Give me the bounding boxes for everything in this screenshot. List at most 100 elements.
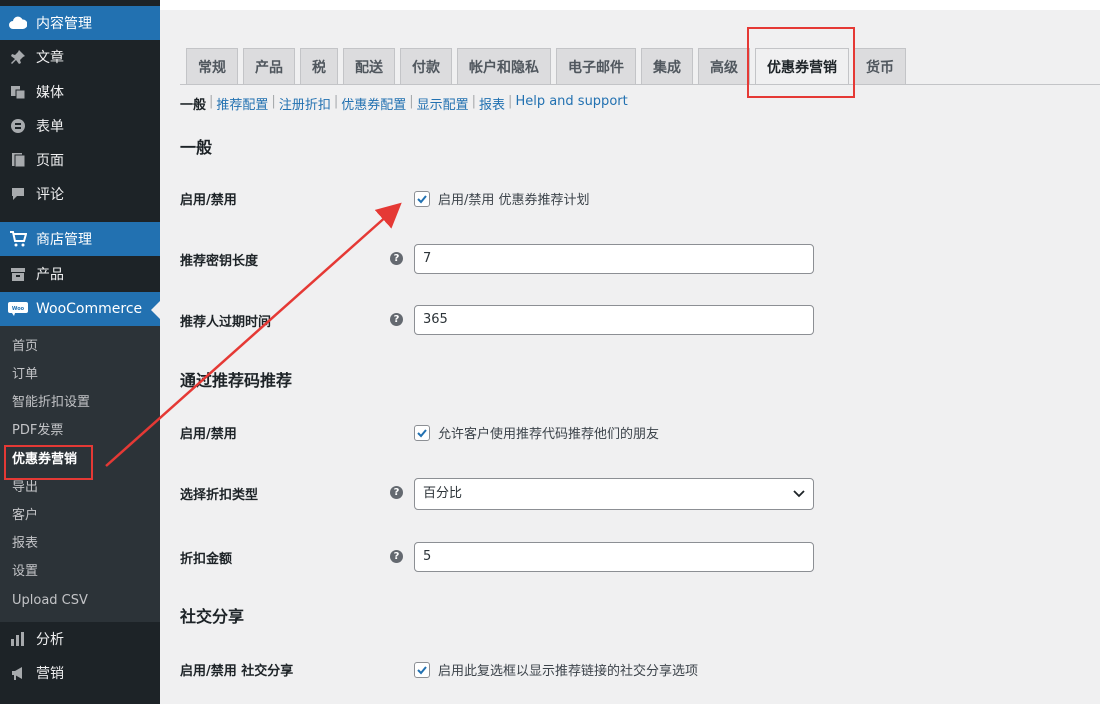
- menu-label: 内容管理: [36, 16, 92, 32]
- key-length-input[interactable]: 7: [414, 244, 814, 274]
- check-icon: [417, 665, 427, 674]
- submenu-orders[interactable]: 订单: [12, 364, 38, 386]
- discount-amount-input[interactable]: 5: [414, 542, 814, 572]
- submenu-smart-discount[interactable]: 智能折扣设置: [12, 392, 90, 414]
- pin-icon: [8, 47, 28, 67]
- comment-icon: [8, 184, 28, 204]
- referral-code-checkbox[interactable]: [414, 424, 430, 441]
- page-icon: [8, 150, 28, 170]
- cloud-icon: [8, 13, 28, 33]
- menu-analytics[interactable]: 分析: [0, 622, 160, 656]
- social-share-checkbox[interactable]: [414, 661, 430, 678]
- submenu-reports[interactable]: 报表: [12, 533, 38, 555]
- media-icon: [8, 82, 28, 102]
- tab-payments[interactable]: 付款: [400, 48, 452, 85]
- menu-label: 商店管理: [36, 232, 92, 248]
- label-enable-social-share: 启用/禁用 社交分享: [180, 664, 294, 679]
- tab-advanced[interactable]: 高级: [698, 48, 750, 85]
- subsub-coupon-config[interactable]: 优惠券配置: [341, 94, 406, 113]
- menu-woocommerce[interactable]: Woo WooCommerce: [0, 292, 160, 326]
- annotation-submenu-highlight: [4, 445, 93, 480]
- tab-currency[interactable]: 货币: [854, 48, 906, 85]
- discount-type-value: 百分比: [423, 486, 463, 501]
- tab-emails[interactable]: 电子邮件: [556, 48, 636, 85]
- form-icon: [8, 116, 28, 136]
- label-enable-referral-code: 启用/禁用: [180, 427, 237, 442]
- woo-icon: Woo: [8, 299, 28, 319]
- admin-sidebar: 内容管理 文章 媒体 表单 页面 评论 商店管理 产品 Woo WooComme…: [0, 0, 160, 704]
- referral-code-checkbox-row[interactable]: 允许客户使用推荐代码推荐他们的朋友: [414, 423, 659, 442]
- menu-marketing[interactable]: 营销: [0, 656, 160, 690]
- label-referrer-expiry: 推荐人过期时间: [180, 315, 272, 330]
- archive-icon: [8, 264, 28, 284]
- menu-comments[interactable]: 评论: [0, 177, 160, 211]
- label-discount-type: 选择折扣类型: [180, 488, 259, 503]
- social-share-checkbox-row[interactable]: 启用此复选框以显示推荐链接的社交分享选项: [414, 660, 698, 679]
- enable-referral-checkbox[interactable]: [414, 190, 430, 207]
- menu-label: 产品: [36, 267, 64, 283]
- section-title-social-share: 社交分享: [180, 607, 245, 626]
- submenu-settings[interactable]: 设置: [12, 561, 38, 583]
- tab-integration[interactable]: 集成: [641, 48, 693, 85]
- help-icon[interactable]: ?: [390, 313, 403, 326]
- menu-products[interactable]: 产品: [0, 257, 160, 291]
- section-title-general: 一般: [180, 138, 213, 157]
- menu-pages[interactable]: 页面: [0, 143, 160, 177]
- label-discount-amount: 折扣金额: [180, 552, 233, 567]
- subsub-display-config[interactable]: 显示配置: [417, 94, 469, 113]
- social-share-text: 启用此复选框以显示推荐链接的社交分享选项: [438, 664, 699, 679]
- menu-label: 评论: [36, 187, 64, 203]
- submenu-customers[interactable]: 客户: [12, 505, 38, 527]
- submenu-home[interactable]: 首页: [12, 336, 38, 358]
- tab-shipping[interactable]: 配送: [343, 48, 395, 85]
- menu-shop-management[interactable]: 商店管理: [0, 222, 160, 256]
- label-key-length: 推荐密钥长度: [180, 254, 259, 269]
- menu-content-management[interactable]: 内容管理: [0, 6, 160, 40]
- tabs-divider: [180, 84, 1100, 85]
- submenu-upload-csv[interactable]: Upload CSV: [12, 590, 88, 612]
- check-icon: [417, 194, 427, 203]
- top-bar: [160, 0, 1100, 10]
- svg-text:Woo: Woo: [12, 306, 25, 312]
- menu-label: 页面: [36, 153, 64, 169]
- subsub-reports[interactable]: 报表: [479, 94, 505, 113]
- label-enable-referral: 启用/禁用: [180, 193, 237, 208]
- cart-icon: [8, 229, 28, 249]
- help-icon[interactable]: ?: [390, 550, 403, 563]
- settings-content: 常规 产品 税 配送 付款 帐户和隐私 电子邮件 集成 高级 优惠券营销 货币 …: [160, 10, 1100, 704]
- enable-referral-text: 启用/禁用 优惠券推荐计划: [438, 193, 590, 208]
- menu-label: 媒体: [36, 85, 64, 101]
- check-icon: [417, 428, 427, 437]
- section-title-referral-code: 通过推荐码推荐: [180, 371, 293, 390]
- tab-general[interactable]: 常规: [186, 48, 238, 85]
- subsub-nav: 一般 | 推荐配置 | 注册折扣 | 优惠券配置 | 显示配置 | 报表 | Help an…: [180, 94, 628, 113]
- menu-label: 营销: [36, 666, 64, 682]
- submenu-export[interactable]: 导出: [12, 477, 38, 499]
- tab-accounts-privacy[interactable]: 帐户和隐私: [457, 48, 551, 85]
- help-icon[interactable]: ?: [390, 252, 403, 265]
- discount-type-select[interactable]: 百分比: [414, 478, 814, 510]
- subsub-signup-discount[interactable]: 注册折扣: [279, 94, 331, 113]
- menu-label: 文章: [36, 50, 64, 66]
- menu-posts[interactable]: 文章: [0, 40, 160, 74]
- menu-label: 表单: [36, 119, 64, 135]
- subsub-help-support[interactable]: Help and support: [515, 94, 627, 113]
- help-icon[interactable]: ?: [390, 486, 403, 499]
- subsub-referral-config[interactable]: 推荐配置: [216, 94, 268, 113]
- subsub-general[interactable]: 一般: [180, 94, 206, 113]
- megaphone-icon: [8, 663, 28, 683]
- referrer-expiry-input[interactable]: 365: [414, 305, 814, 335]
- menu-label: WooCommerce: [36, 301, 143, 317]
- menu-label: 分析: [36, 632, 64, 648]
- annotation-tab-highlight: [747, 27, 855, 98]
- bar-chart-icon: [8, 629, 28, 649]
- tab-tax[interactable]: 税: [300, 48, 338, 85]
- chevron-down-icon: [793, 480, 805, 508]
- tab-products[interactable]: 产品: [243, 48, 295, 85]
- referral-code-text: 允许客户使用推荐代码推荐他们的朋友: [438, 427, 660, 442]
- menu-media[interactable]: 媒体: [0, 75, 160, 109]
- submenu-pdf-invoice[interactable]: PDF发票: [12, 420, 63, 442]
- menu-forms[interactable]: 表单: [0, 109, 160, 143]
- enable-referral-checkbox-row[interactable]: 启用/禁用 优惠券推荐计划: [414, 189, 590, 208]
- current-menu-arrow: [151, 301, 160, 319]
